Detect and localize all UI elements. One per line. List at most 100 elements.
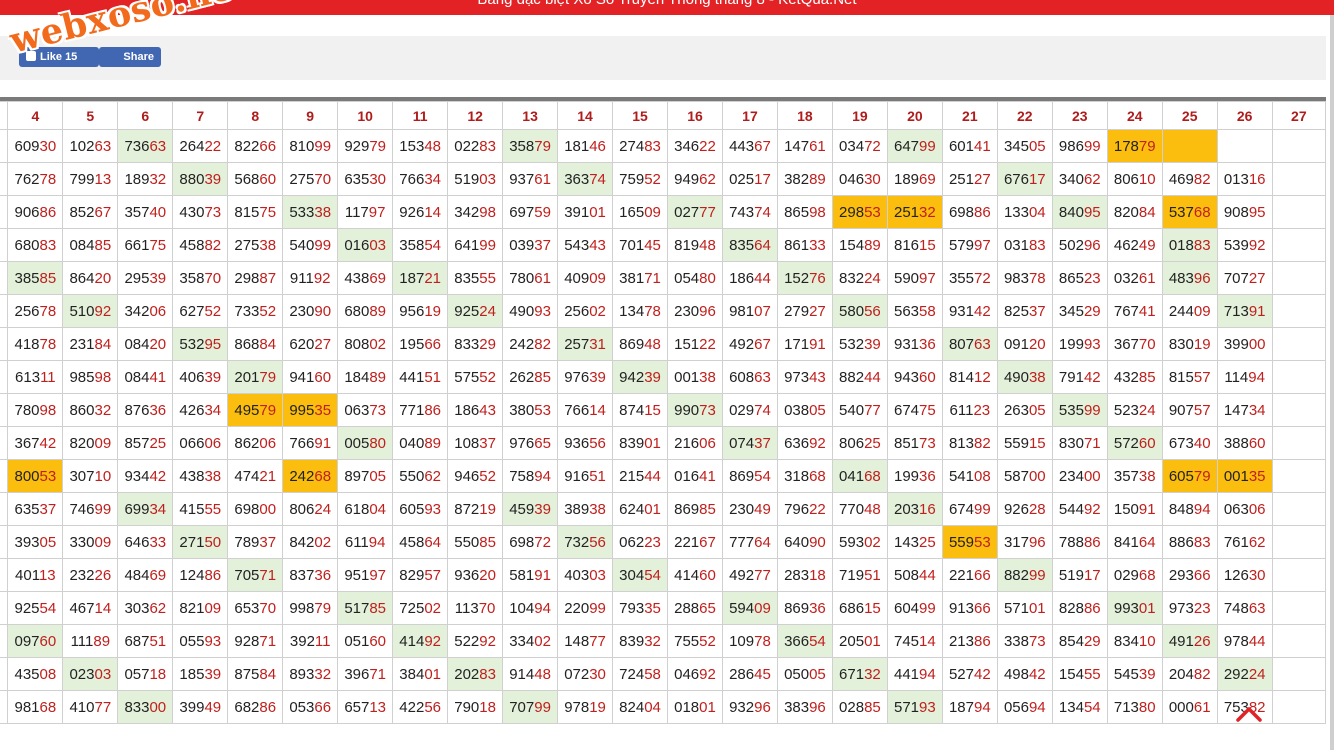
table-row: 80053 30710 93442 43838 47421 24268 89705 55062… [0, 459, 1326, 493]
day-column-header: 12 [447, 101, 504, 130]
day-header-row: 3456789101112131415161718192021222324252… [0, 101, 1326, 130]
result-cell: 67617 [996, 162, 1053, 196]
result-cell: 00138 [667, 360, 723, 394]
result-cell: 64090 [776, 525, 833, 559]
result-cell: 35572 [941, 261, 998, 295]
result-cell: 98699 [1051, 129, 1108, 163]
result-cell: 84894 [1161, 492, 1218, 526]
result-cell: 49579 [227, 393, 284, 427]
result-cell: 51917 [1051, 558, 1108, 592]
result-cell: 20316 [886, 492, 943, 526]
result-cell: 39900 [1216, 327, 1273, 361]
result-cell: 97819 [557, 690, 614, 724]
day-column-header: 9 [282, 101, 339, 130]
result-cell: 65713 [337, 690, 394, 724]
result-cell: 75552 [667, 624, 723, 658]
result-cell: 28645 [721, 657, 778, 691]
result-cell: 11494 [1216, 360, 1273, 394]
result-cell: 98107 [721, 294, 778, 328]
day-column-header: 10 [337, 101, 394, 130]
result-cell: 34622 [667, 129, 723, 163]
result-cell: 89705 [337, 459, 394, 493]
result-cell: 03261 [1106, 261, 1163, 295]
result-cell: 27150 [172, 525, 229, 559]
result-cell: 12630 [1216, 558, 1273, 592]
result-cell: 62752 [172, 294, 229, 328]
result-cell: 22167 [667, 525, 723, 559]
result-cell: 92979 [337, 129, 394, 163]
day-column-header: 25 [1161, 101, 1218, 130]
result-cell: 31868 [776, 459, 833, 493]
result-cell: 54108 [941, 459, 998, 493]
result-cell: 76614 [557, 393, 614, 427]
day-column-header: 23 [1051, 101, 1108, 130]
result-cell: 11797 [337, 195, 394, 229]
result-cell: 35870 [172, 261, 229, 295]
result-cell: 82109 [172, 591, 229, 625]
result-cell: 68089 [337, 294, 394, 328]
result-cell: 10978 [721, 624, 778, 658]
result-cell: 23090 [282, 294, 339, 328]
result-cell: 94239 [612, 360, 668, 394]
result-cell: 25132 [886, 195, 943, 229]
result-cell: 84095 [1051, 195, 1108, 229]
result-cell: 36654 [776, 624, 833, 658]
result-cell: 36374 [557, 162, 614, 196]
result-cell: 51092 [62, 294, 119, 328]
result-cell: 83019 [1161, 327, 1218, 361]
result-cell: 92554 [7, 591, 64, 625]
result-cell: 59302 [831, 525, 888, 559]
day-column-header: 26 [1216, 101, 1273, 130]
result-cell: 38171 [612, 261, 668, 295]
facebook-share-button[interactable]: Share [99, 47, 161, 67]
result-cell: 53599 [1051, 393, 1108, 427]
result-cell: 97844 [1216, 624, 1273, 658]
result-cell: 54492 [1051, 492, 1108, 526]
result-cell: 20501 [831, 624, 888, 658]
result-cell: 14877 [557, 624, 614, 658]
result-cell: 00580 [337, 426, 394, 460]
result-cell: 08420 [117, 327, 174, 361]
result-cell: 86206 [227, 426, 284, 460]
table-row: 61311 98598 08441 40639 20179 94160 18489 44151… [0, 360, 1326, 394]
result-cell: 53338 [282, 195, 339, 229]
result-cell: 55062 [392, 459, 449, 493]
result-cell: 04168 [831, 459, 888, 493]
result-cell [1271, 558, 1326, 592]
result-cell: 79913 [62, 162, 119, 196]
result-cell: 38401 [392, 657, 449, 691]
result-cell: 49126 [1161, 624, 1218, 658]
result-cell: 70799 [502, 690, 559, 724]
result-cell [0, 393, 9, 427]
result-cell: 01316 [1216, 162, 1273, 196]
result-cell: 35738 [1106, 459, 1163, 493]
result-cell: 14325 [886, 525, 943, 559]
result-cell: 83329 [447, 327, 504, 361]
day-column-header: 16 [667, 101, 723, 130]
results-table-container[interactable]: 3456789101112131415161718192021222324252… [0, 97, 1326, 750]
result-cell: 88683 [1161, 525, 1218, 559]
result-cell: 53239 [831, 327, 888, 361]
result-cell: 13304 [996, 195, 1053, 229]
result-cell [1271, 129, 1326, 163]
result-cell: 06223 [612, 525, 668, 559]
result-cell: 84202 [282, 525, 339, 559]
result-cell: 25602 [557, 294, 614, 328]
result-cell [0, 690, 9, 724]
result-cell: 18721 [392, 261, 449, 295]
result-cell: 46249 [1106, 228, 1163, 262]
result-cell: 80763 [941, 327, 998, 361]
result-cell: 09760 [7, 624, 64, 658]
result-cell: 62027 [282, 327, 339, 361]
page-scrollbar[interactable] [1330, 15, 1334, 750]
result-cell: 26285 [502, 360, 559, 394]
result-cell [1271, 525, 1326, 559]
result-cell: 82404 [612, 690, 668, 724]
result-cell: 10494 [502, 591, 559, 625]
result-cell: 74514 [886, 624, 943, 658]
scroll-to-top-icon[interactable] [1230, 700, 1268, 728]
result-cell: 82009 [62, 426, 119, 460]
result-cell: 41555 [172, 492, 229, 526]
result-cell: 34206 [117, 294, 174, 328]
result-cell: 53768 [1161, 195, 1218, 229]
